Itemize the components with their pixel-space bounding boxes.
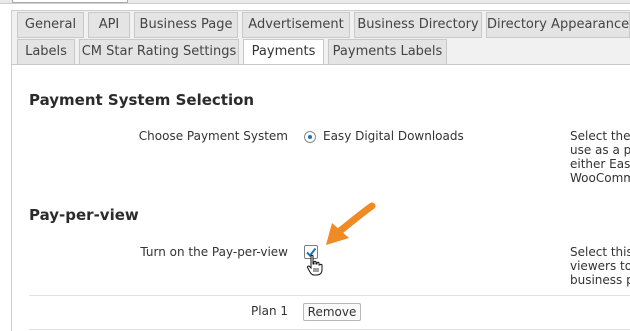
pay-per-view-label: Turn on the Pay-per-view (140, 245, 288, 259)
help-line: business p (570, 273, 630, 287)
tab-business-directory[interactable]: Business Directory (354, 12, 482, 38)
callout-arrow-icon (326, 202, 376, 245)
hand-cursor-icon (306, 254, 323, 276)
help-line: viewers to (570, 259, 630, 273)
choose-payment-system-label: Choose Payment System (138, 129, 288, 143)
remove-plan-button[interactable]: Remove (303, 303, 361, 321)
tab-payments[interactable]: Payments (243, 39, 324, 66)
help-line: either Easy (570, 157, 630, 171)
help-line: Select the (570, 129, 630, 143)
help-line: Select this (570, 245, 630, 259)
tab-labels[interactable]: Labels (17, 39, 75, 65)
plan-1-label: Plan 1 (251, 304, 288, 318)
top-window-strip (0, 0, 630, 4)
tab-business-page[interactable]: Business Page (134, 12, 238, 38)
tab-payments-labels[interactable]: Payments Labels (328, 39, 447, 65)
pay-per-view-help: Select this viewers to business p (570, 245, 630, 287)
tab-api[interactable]: API (88, 12, 130, 38)
payment-system-option-label[interactable]: Easy Digital Downloads (323, 129, 464, 143)
section-title-pay-per-view: Pay-per-view (29, 206, 139, 224)
payment-system-help: Select the use as a pa either Easy WooCo… (570, 129, 630, 185)
help-line: use as a pa (570, 143, 630, 157)
tab-directory-appearance[interactable]: Directory Appearance (486, 12, 630, 38)
help-line: WooComm (570, 171, 630, 185)
row-divider (29, 329, 630, 330)
row-divider (29, 295, 630, 296)
section-title-payment-system: Payment System Selection (29, 91, 255, 109)
top-input-edge (12, 0, 128, 3)
tab-advertisement[interactable]: Advertisement (242, 12, 350, 38)
tab-cm-star-rating-settings[interactable]: CM Star Rating Settings (79, 39, 239, 65)
tab-general[interactable]: General (17, 12, 84, 38)
payment-system-radio[interactable] (304, 131, 316, 143)
